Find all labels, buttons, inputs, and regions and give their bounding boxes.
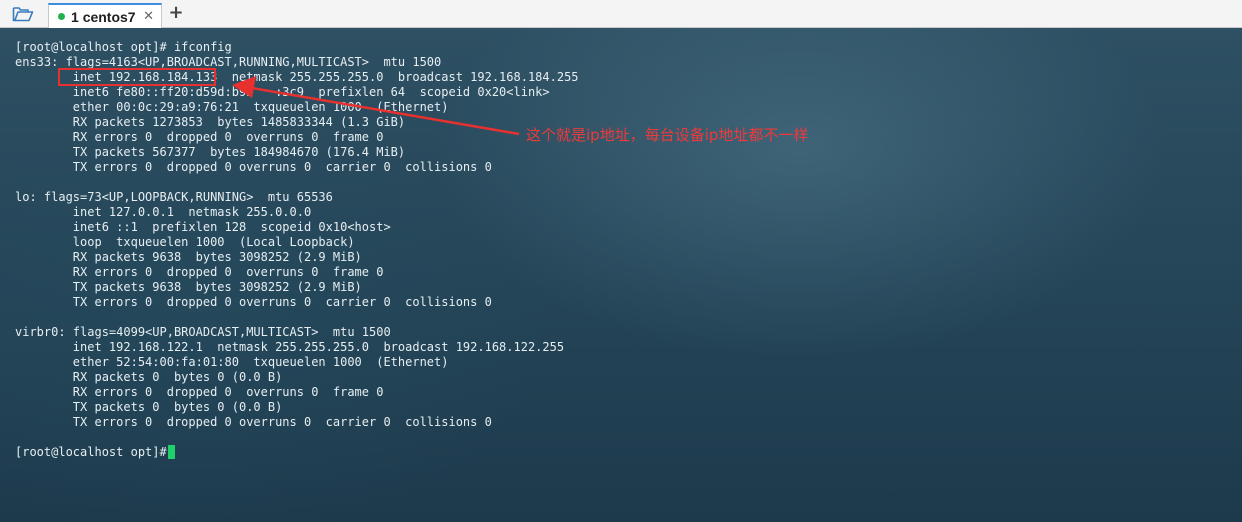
new-tab-button[interactable]: +	[166, 2, 186, 24]
connection-status-icon	[58, 13, 65, 20]
terminal-panel[interactable]: [root@localhost opt]# ifconfig ens33: fla…	[0, 28, 1242, 522]
tab-number: 1	[71, 8, 79, 25]
close-tab-icon[interactable]: ✕	[143, 9, 154, 24]
tab-bar: 1 centos7 ✕ +	[0, 0, 1242, 28]
tab-centos7[interactable]: 1 centos7 ✕	[48, 3, 162, 28]
annotation-text: 这个就是ip地址，每台设备ip地址都不一样	[526, 126, 809, 144]
tab-title: centos7	[82, 8, 136, 25]
folder-open-icon	[12, 7, 34, 22]
tab-label: 1 centos7	[71, 9, 136, 25]
open-session-button[interactable]	[8, 4, 38, 24]
annotation-arrow	[232, 76, 520, 136]
